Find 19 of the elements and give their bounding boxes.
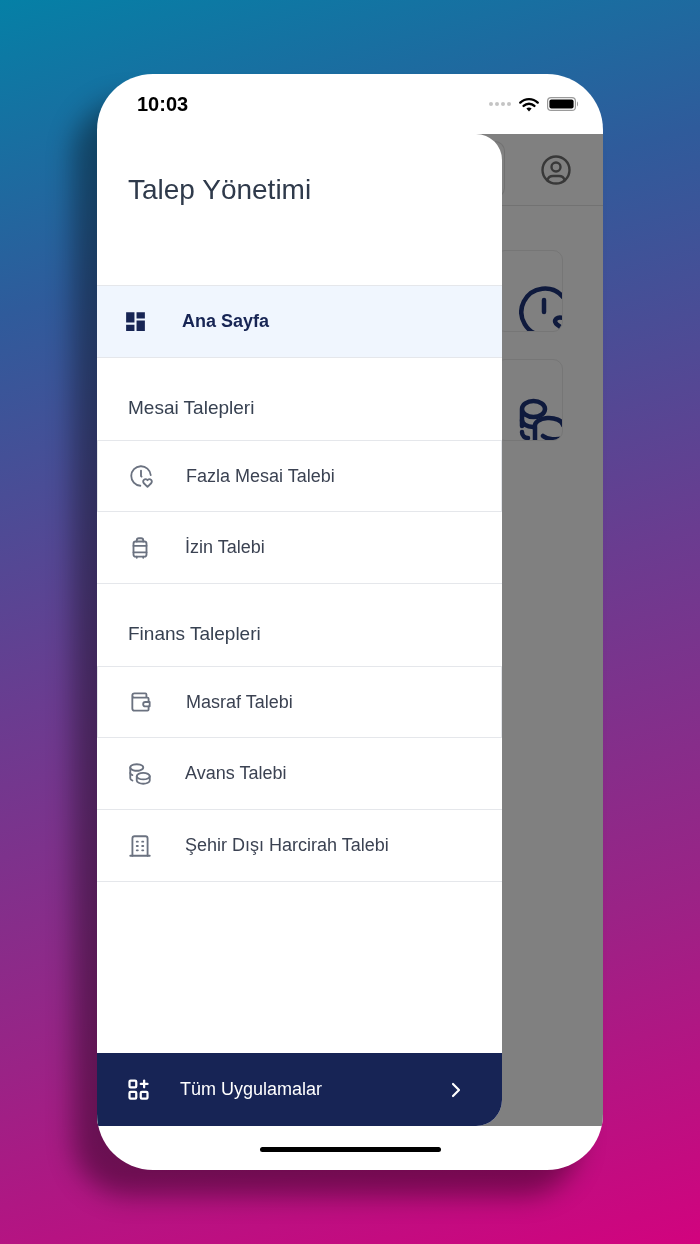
clock-heart-icon <box>128 463 154 489</box>
dashboard-icon <box>123 309 148 334</box>
coins-icon <box>519 396 562 440</box>
wifi-icon <box>519 96 539 112</box>
status-time: 10:03 <box>137 94 189 114</box>
menu-item[interactable]: Ana Sayfa <box>97 285 502 358</box>
drawer-title: Talep Yönetimi <box>128 173 313 207</box>
clock-icon <box>519 286 562 331</box>
coins-icon <box>127 760 153 787</box>
section-heading: Finans Talepleri <box>128 622 262 646</box>
section-heading: Mesai Talepleri <box>128 396 256 420</box>
menu-item[interactable]: Masraf Talebi <box>97 666 502 738</box>
building-icon <box>127 832 153 859</box>
all-apps-button[interactable]: Tüm Uygulamalar <box>97 1053 502 1126</box>
battery-icon <box>547 97 579 111</box>
menu-item[interactable]: Fazla Mesai Talebi <box>97 440 502 512</box>
grid-plus-icon <box>125 1076 152 1103</box>
signal-icon <box>489 102 511 106</box>
wallet-icon <box>128 689 154 715</box>
